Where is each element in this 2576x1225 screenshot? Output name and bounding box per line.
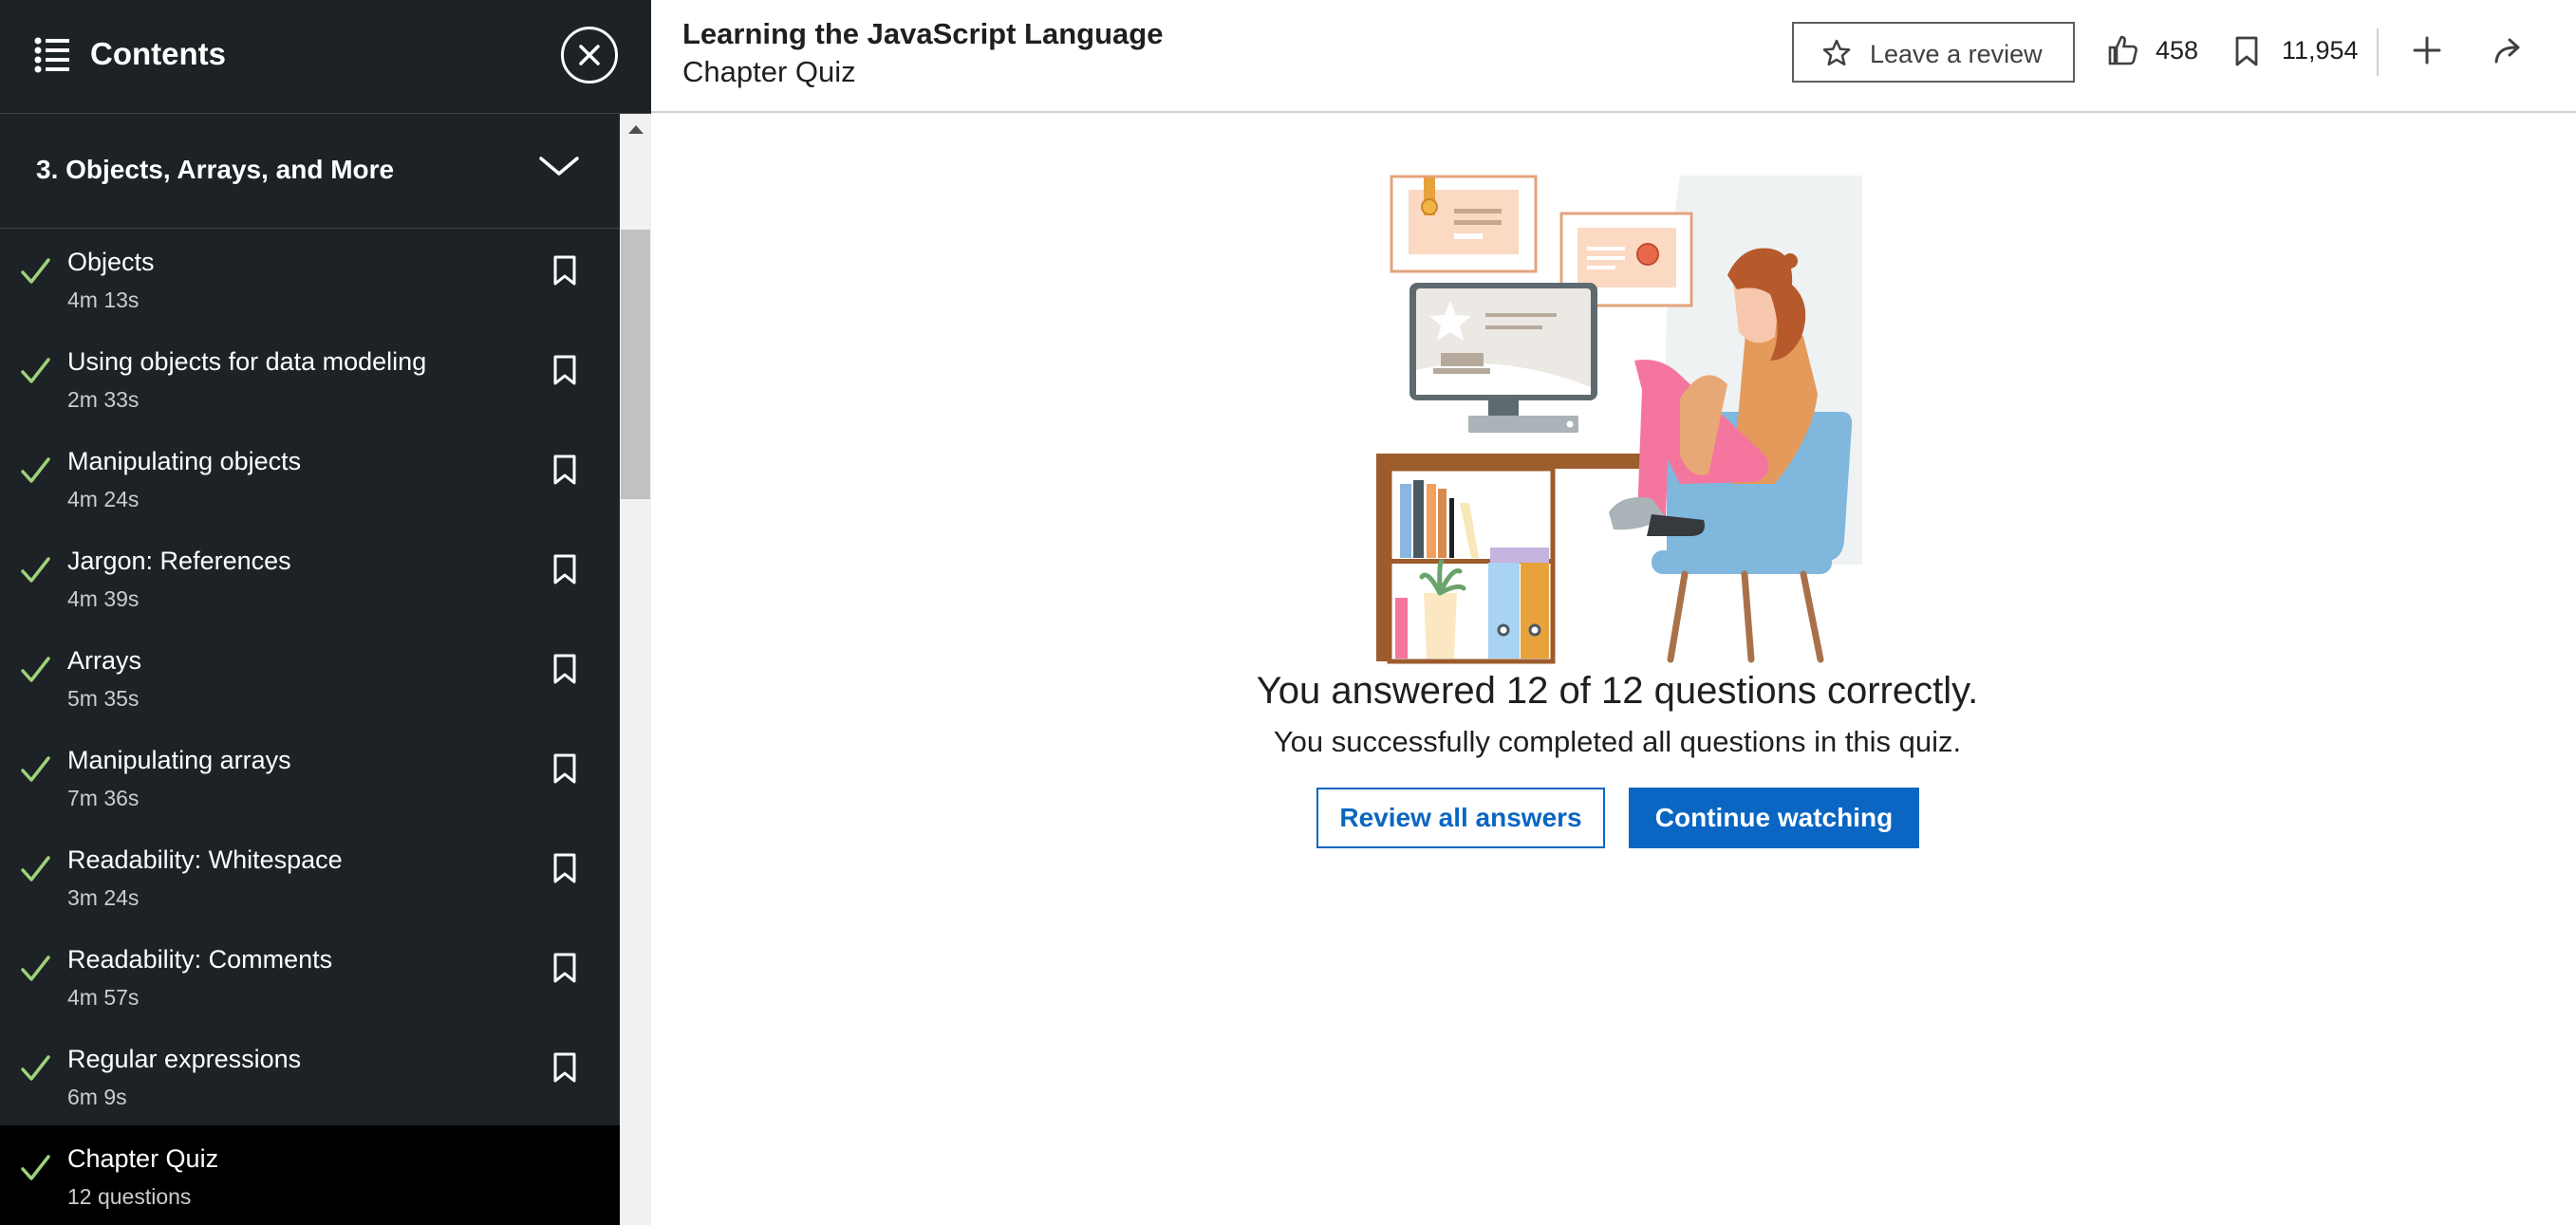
check-icon <box>19 654 51 691</box>
sidebar-item-duration: 6m 9s <box>67 1085 127 1109</box>
bookmark-icon[interactable] <box>552 554 577 589</box>
sidebar-item[interactable]: Using objects for data modeling 2m 33s <box>0 328 620 428</box>
close-icon <box>579 45 600 65</box>
sidebar-item-duration: 4m 24s <box>67 487 140 511</box>
leave-review-label: Leave a review <box>1870 40 2043 68</box>
check-icon <box>19 554 51 591</box>
sidebar-item-title: Jargon: References <box>67 547 291 575</box>
sidebar-item-duration: 4m 39s <box>67 586 140 611</box>
sidebar-item[interactable]: Regular expressions 6m 9s <box>0 1026 620 1125</box>
sidebar-item-title: Objects <box>67 248 155 276</box>
sidebar-item-title: Chapter Quiz <box>67 1144 219 1173</box>
sidebar-item-duration: 5m 35s <box>67 686 140 711</box>
check-icon <box>19 1152 51 1189</box>
star-icon <box>1822 39 1851 72</box>
bookmark-icon[interactable] <box>552 355 577 390</box>
sidebar-item[interactable]: Chapter Quiz 12 questions <box>0 1125 620 1225</box>
sidebar-item-duration: 3m 24s <box>67 885 140 910</box>
sidebar-item-title: Manipulating arrays <box>67 746 291 774</box>
check-icon <box>19 355 51 392</box>
bookmark-icon[interactable] <box>552 853 577 888</box>
sidebar-scrollbar[interactable] <box>620 114 651 1225</box>
course-title[interactable]: Learning the JavaScript Language <box>682 17 1163 51</box>
check-icon <box>19 255 51 292</box>
list-icon <box>34 36 70 79</box>
bookmark-icon[interactable] <box>552 1052 577 1087</box>
check-icon <box>19 853 51 890</box>
thumbs-up-icon[interactable] <box>2107 34 2139 71</box>
bookmark-icon[interactable] <box>552 953 577 988</box>
quiz-complete-illustration <box>1367 171 1870 669</box>
sidebar-item-duration: 4m 57s <box>67 985 140 1010</box>
top-bar: Learning the JavaScript Language Chapter… <box>651 0 2576 113</box>
sidebar-item[interactable]: Jargon: References 4m 39s <box>0 528 620 627</box>
chevron-down-icon <box>537 151 581 184</box>
share-icon[interactable] <box>2492 35 2525 70</box>
sidebar-item-duration: 12 questions <box>67 1184 192 1209</box>
bookmark-icon[interactable] <box>552 654 577 689</box>
bookmark-icon[interactable] <box>552 753 577 789</box>
section-header[interactable]: 3. Objects, Arrays, and More <box>0 115 620 229</box>
sidebar-item-title: Readability: Comments <box>67 945 333 974</box>
check-icon <box>19 1052 51 1089</box>
sidebar-item-title: Readability: Whitespace <box>67 845 343 874</box>
contents-sidebar: Contents 3. Objects, Arrays, and More Ob… <box>0 0 651 1225</box>
sidebar-item-duration: 4m 13s <box>67 288 140 312</box>
bookmark-icon[interactable] <box>552 455 577 490</box>
sidebar-item-title: Manipulating objects <box>67 447 302 475</box>
review-all-answers-button[interactable]: Review all answers <box>1316 788 1605 848</box>
sidebar-item-title: Regular expressions <box>67 1045 302 1073</box>
page-subtitle: Chapter Quiz <box>682 55 856 88</box>
quiz-result-heading: You answered 12 of 12 questions correctl… <box>1256 670 1979 712</box>
quiz-result-message: You successfully completed all questions… <box>1273 725 1962 758</box>
sidebar-item-duration: 2m 33s <box>67 387 140 412</box>
check-icon <box>19 753 51 790</box>
sidebar-item[interactable]: Manipulating arrays 7m 36s <box>0 727 620 826</box>
section-title: 3. Objects, Arrays, and More <box>36 155 395 184</box>
sidebar-item[interactable]: Readability: Whitespace 3m 24s <box>0 826 620 926</box>
sidebar-title: Contents <box>90 36 226 71</box>
sidebar-item[interactable]: Manipulating objects 4m 24s <box>0 428 620 528</box>
continue-watching-button[interactable]: Continue watching <box>1629 788 1919 848</box>
add-icon[interactable] <box>2412 35 2442 70</box>
bookmark-icon[interactable] <box>2234 36 2259 71</box>
scroll-up-arrow-icon[interactable] <box>628 125 644 134</box>
check-icon <box>19 953 51 990</box>
sidebar-item-title: Using objects for data modeling <box>67 347 427 376</box>
scrollbar-thumb[interactable] <box>621 230 650 499</box>
like-count: 458 <box>2156 36 2199 65</box>
sidebar-header: Contents <box>0 0 651 114</box>
save-count: 11,954 <box>2282 36 2359 65</box>
bookmark-icon[interactable] <box>552 255 577 290</box>
toolbar-divider <box>2377 28 2379 76</box>
sidebar-item[interactable]: Readability: Comments 4m 57s <box>0 926 620 1026</box>
sidebar-item[interactable]: Objects 4m 13s <box>0 229 620 328</box>
leave-review-button[interactable]: Leave a review <box>1792 22 2075 83</box>
sidebar-item-title: Arrays <box>67 646 142 675</box>
sidebar-item[interactable]: Arrays 5m 35s <box>0 627 620 727</box>
sidebar-item-duration: 7m 36s <box>67 786 140 810</box>
check-icon <box>19 455 51 492</box>
close-sidebar-button[interactable] <box>561 27 618 84</box>
